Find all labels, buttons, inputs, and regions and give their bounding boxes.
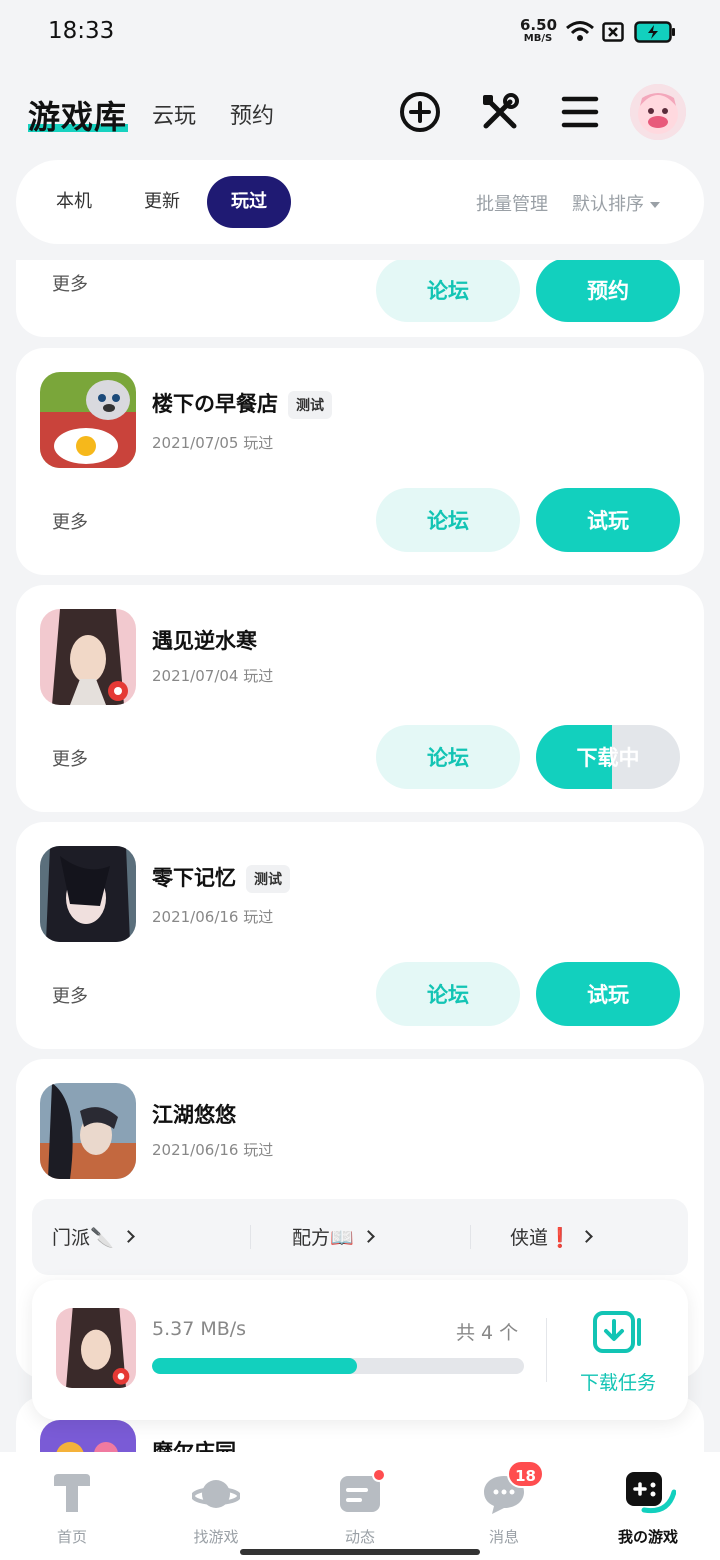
batch-manage-button[interactable]: 批量管理 (476, 190, 548, 216)
tab-local[interactable]: 本机 (32, 176, 116, 228)
forum-button[interactable]: 论坛 (376, 260, 520, 322)
battery-charging-icon (634, 21, 676, 47)
divider (470, 1225, 471, 1249)
add-circle-icon[interactable] (396, 88, 444, 136)
game-icon-breakfast-shop[interactable] (40, 372, 136, 468)
downloading-game-icon (56, 1308, 136, 1388)
more-button[interactable]: 更多 (52, 745, 88, 771)
message-icon: 18 (480, 1460, 544, 1518)
trial-play-button[interactable]: 试玩 (536, 488, 680, 552)
divider (250, 1225, 251, 1249)
tab-updates[interactable]: 更新 (120, 176, 204, 228)
unread-badge: 18 (507, 1460, 544, 1488)
nav-feed[interactable]: 动态 (288, 1468, 432, 1547)
game-list[interactable]: 更多 论坛 预约 楼下の早餐店 测试 2021/07/05 玩过 更多 论坛 试玩… (0, 260, 720, 1452)
network-speed: 6.50 MB/S (520, 16, 558, 44)
chevron-right-icon (121, 1230, 135, 1243)
more-button[interactable]: 更多 (52, 270, 88, 296)
book-icon: 📖 (330, 1227, 354, 1249)
wifi-icon (565, 20, 595, 46)
game-title[interactable]: 遇见逆水寒 (152, 625, 257, 655)
chevron-down-icon (650, 202, 660, 208)
nav-home[interactable]: 首页 (0, 1470, 144, 1547)
list-item: 楼下の早餐店 测试 2021/07/05 玩过 更多 论坛 试玩 (16, 348, 704, 575)
status-bar: 18:33 6.50 MB/S (0, 0, 720, 64)
download-speed: 5.37 MB/s (152, 1318, 247, 1340)
reserve-button[interactable]: 预约 (536, 260, 680, 322)
list-item: 更多 论坛 预约 (16, 260, 704, 337)
test-badge: 测试 (246, 865, 290, 893)
game-shortcuts: 门派🔪 配方📖 侠道❗ (32, 1199, 688, 1275)
notification-dot (372, 1468, 386, 1482)
feed-icon (336, 1468, 386, 1518)
nav-my-games[interactable]: 我の游戏 (576, 1470, 720, 1547)
filter-tabs: 本机 更新 玩过 批量管理 默认排序 (16, 160, 704, 244)
nav-messages[interactable]: 18 消息 (432, 1460, 576, 1547)
sort-dropdown[interactable]: 默认排序 (572, 190, 660, 216)
chevron-right-icon (361, 1230, 375, 1243)
last-played-date: 2021/06/16 玩过 (152, 1141, 274, 1159)
shortcut-chivalry[interactable]: 侠道❗ (510, 1223, 593, 1250)
home-icon (48, 1470, 96, 1518)
download-progress-fill (152, 1358, 357, 1374)
chevron-right-icon (579, 1230, 593, 1243)
download-progress-bar (152, 1358, 524, 1374)
bottom-navigation: 首页 找游戏 动态 18 消息 我の游戏 (0, 1452, 720, 1560)
game-icon-frozen-memory[interactable] (40, 846, 136, 942)
forum-button[interactable]: 论坛 (376, 962, 520, 1026)
exclamation-icon: ❗ (548, 1227, 572, 1249)
game-title[interactable]: 江湖悠悠 (152, 1099, 236, 1129)
game-title[interactable]: 楼下の早餐店 测试 (152, 388, 332, 419)
more-button[interactable]: 更多 (52, 982, 88, 1008)
shortcut-sect[interactable]: 门派🔪 (52, 1223, 135, 1250)
game-icon-nishuihan[interactable] (40, 609, 136, 705)
planet-icon (191, 1470, 241, 1518)
forum-button[interactable]: 论坛 (376, 725, 520, 789)
tab-game-library[interactable]: 游戏库 (28, 92, 128, 138)
download-panel[interactable]: 5.37 MB/s 共 4 个 下载任务 (32, 1280, 688, 1420)
sim-blocked-icon (602, 22, 624, 46)
tab-reservation[interactable]: 预约 (230, 98, 274, 130)
download-count: 共 4 个 (456, 1322, 519, 1344)
last-played-date: 2021/07/05 玩过 (152, 434, 274, 452)
divider (546, 1318, 547, 1382)
download-tasks-button[interactable]: 下载任务 (568, 1310, 668, 1395)
game-title[interactable]: 摩尔庄园 (152, 1436, 236, 1452)
tab-cloud-play[interactable]: 云玩 (152, 98, 196, 130)
downloading-button[interactable]: 下载中 (536, 725, 680, 789)
last-played-date: 2021/06/16 玩过 (152, 908, 274, 926)
gamepad-icon (624, 1470, 677, 1518)
knife-icon: 🔪 (90, 1227, 114, 1249)
tab-played[interactable]: 玩过 (207, 176, 291, 228)
top-header: 游戏库 云玩 预约 (0, 80, 720, 144)
list-item: 零下记忆 测试 2021/06/16 玩过 更多 论坛 试玩 (16, 822, 704, 1049)
menu-icon[interactable] (556, 88, 604, 136)
status-time: 18:33 (48, 18, 115, 44)
game-icon-mole-manor[interactable] (40, 1420, 136, 1452)
home-indicator[interactable] (240, 1549, 480, 1555)
shortcut-recipe[interactable]: 配方📖 (292, 1223, 375, 1250)
avatar[interactable] (630, 84, 686, 140)
last-played-date: 2021/07/04 玩过 (152, 667, 274, 685)
game-icon-jianghu[interactable] (40, 1083, 136, 1179)
nav-find-games[interactable]: 找游戏 (144, 1470, 288, 1547)
list-item: 遇见逆水寒 2021/07/04 玩过 更多 论坛 下载中 (16, 585, 704, 812)
more-button[interactable]: 更多 (52, 508, 88, 534)
game-title[interactable]: 零下记忆 测试 (152, 862, 290, 893)
tools-icon[interactable] (476, 88, 524, 136)
forum-button[interactable]: 论坛 (376, 488, 520, 552)
test-badge: 测试 (288, 391, 332, 419)
trial-play-button[interactable]: 试玩 (536, 962, 680, 1026)
download-task-icon (592, 1311, 644, 1358)
